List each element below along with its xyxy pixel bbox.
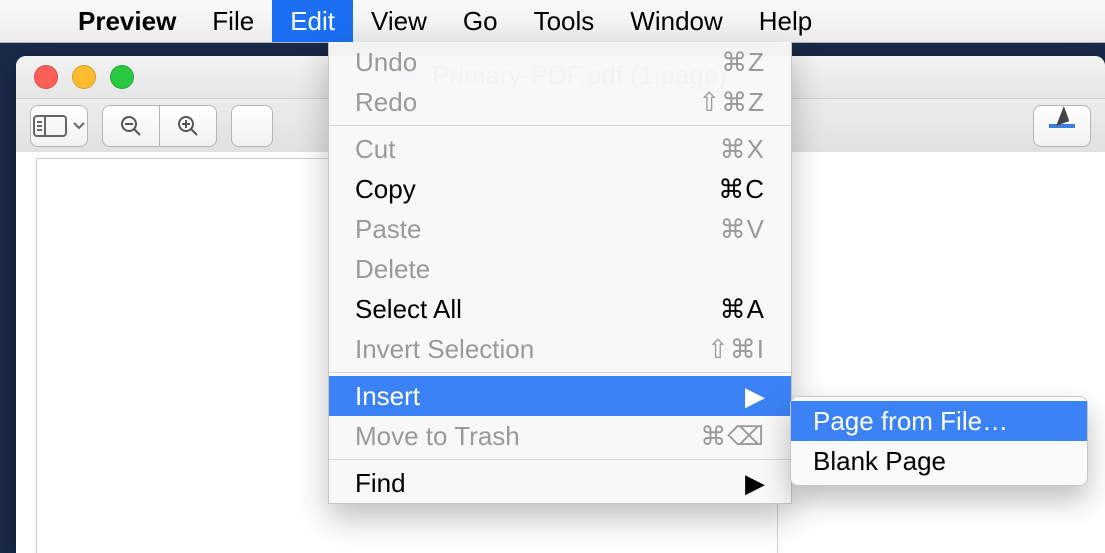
menu-item-shortcut: ⌘X — [720, 134, 765, 165]
submenu-arrow-icon: ▶ — [745, 381, 765, 412]
chevron-down-icon — [73, 122, 85, 130]
menubar-app-name[interactable]: Preview — [60, 0, 194, 42]
menu-item-move-to-trash: Move to Trash⌘⌫ — [329, 416, 791, 456]
menu-item-copy[interactable]: Copy⌘C — [329, 169, 791, 209]
menu-item-label: Undo — [355, 47, 721, 78]
document-text-fragment: em I — [816, 537, 1077, 553]
submenu-item-page-from-file[interactable]: Page from File… — [791, 401, 1087, 441]
menubar-go[interactable]: Go — [445, 0, 516, 42]
sidebar-icon — [33, 115, 67, 137]
submenu-arrow-icon: ▶ — [745, 468, 765, 499]
menu-item-shortcut: ⇧⌘I — [707, 334, 765, 365]
menu-item-label: Select All — [355, 294, 720, 325]
menubar-help[interactable]: Help — [741, 0, 830, 42]
menu-item-label: Insert — [355, 381, 737, 412]
menu-separator — [329, 459, 791, 460]
zoom-in-button[interactable] — [160, 105, 217, 147]
menu-item-label: Cut — [355, 134, 720, 165]
menu-item-delete: Delete — [329, 249, 791, 289]
menu-item-paste: Paste⌘V — [329, 209, 791, 249]
system-menubar: Preview File Edit View Go Tools Window H… — [0, 0, 1105, 43]
menu-item-redo: Redo⇧⌘Z — [329, 82, 791, 122]
minimize-window-button[interactable] — [72, 65, 96, 89]
submenu-item-blank-page[interactable]: Blank Page — [791, 441, 1087, 481]
markup-icon — [1049, 124, 1075, 128]
menu-item-label: Paste — [355, 214, 720, 245]
edit-menu-dropdown: Undo⌘ZRedo⇧⌘ZCut⌘XCopy⌘CPaste⌘VDeleteSel… — [328, 42, 792, 504]
menu-item-shortcut: ⇧⌘Z — [698, 87, 765, 118]
menubar-view[interactable]: View — [353, 0, 445, 42]
menubar-window[interactable]: Window — [612, 0, 740, 42]
menubar-file[interactable]: File — [194, 0, 272, 42]
menu-item-label: Move to Trash — [355, 421, 700, 452]
menu-item-shortcut: ⌘A — [720, 294, 765, 325]
menu-item-label: Delete — [355, 254, 765, 285]
share-button[interactable] — [231, 105, 273, 147]
menubar-tools[interactable]: Tools — [516, 0, 613, 42]
zoom-in-icon — [176, 114, 200, 138]
sidebar-toggle-button[interactable] — [30, 105, 88, 147]
zoom-out-button[interactable] — [102, 105, 160, 147]
menu-item-shortcut: ⌘Z — [721, 47, 765, 78]
menu-item-label: Find — [355, 468, 737, 499]
menu-item-select-all[interactable]: Select All⌘A — [329, 289, 791, 329]
menu-item-label: Copy — [355, 174, 718, 205]
insert-submenu: Page from File…Blank Page — [790, 396, 1088, 486]
menu-item-label: Redo — [355, 87, 698, 118]
menu-separator — [329, 372, 791, 373]
zoom-out-icon — [119, 114, 143, 138]
traffic-lights — [16, 65, 134, 89]
menu-item-label: Invert Selection — [355, 334, 707, 365]
menu-separator — [329, 125, 791, 126]
menu-item-find[interactable]: Find ▶ — [329, 463, 791, 503]
menu-item-cut: Cut⌘X — [329, 129, 791, 169]
menu-item-shortcut: ⌘⌫ — [700, 421, 765, 452]
menu-item-undo: Undo⌘Z — [329, 42, 791, 82]
close-window-button[interactable] — [34, 65, 58, 89]
menu-item-insert[interactable]: Insert ▶ — [329, 376, 791, 416]
menu-item-shortcut: ⌘V — [720, 214, 765, 245]
menu-item-invert-selection: Invert Selection⇧⌘I — [329, 329, 791, 369]
zoom-window-button[interactable] — [110, 65, 134, 89]
menu-item-shortcut: ⌘C — [718, 174, 765, 205]
menubar-edit[interactable]: Edit — [272, 0, 353, 42]
markup-button[interactable] — [1033, 105, 1091, 147]
